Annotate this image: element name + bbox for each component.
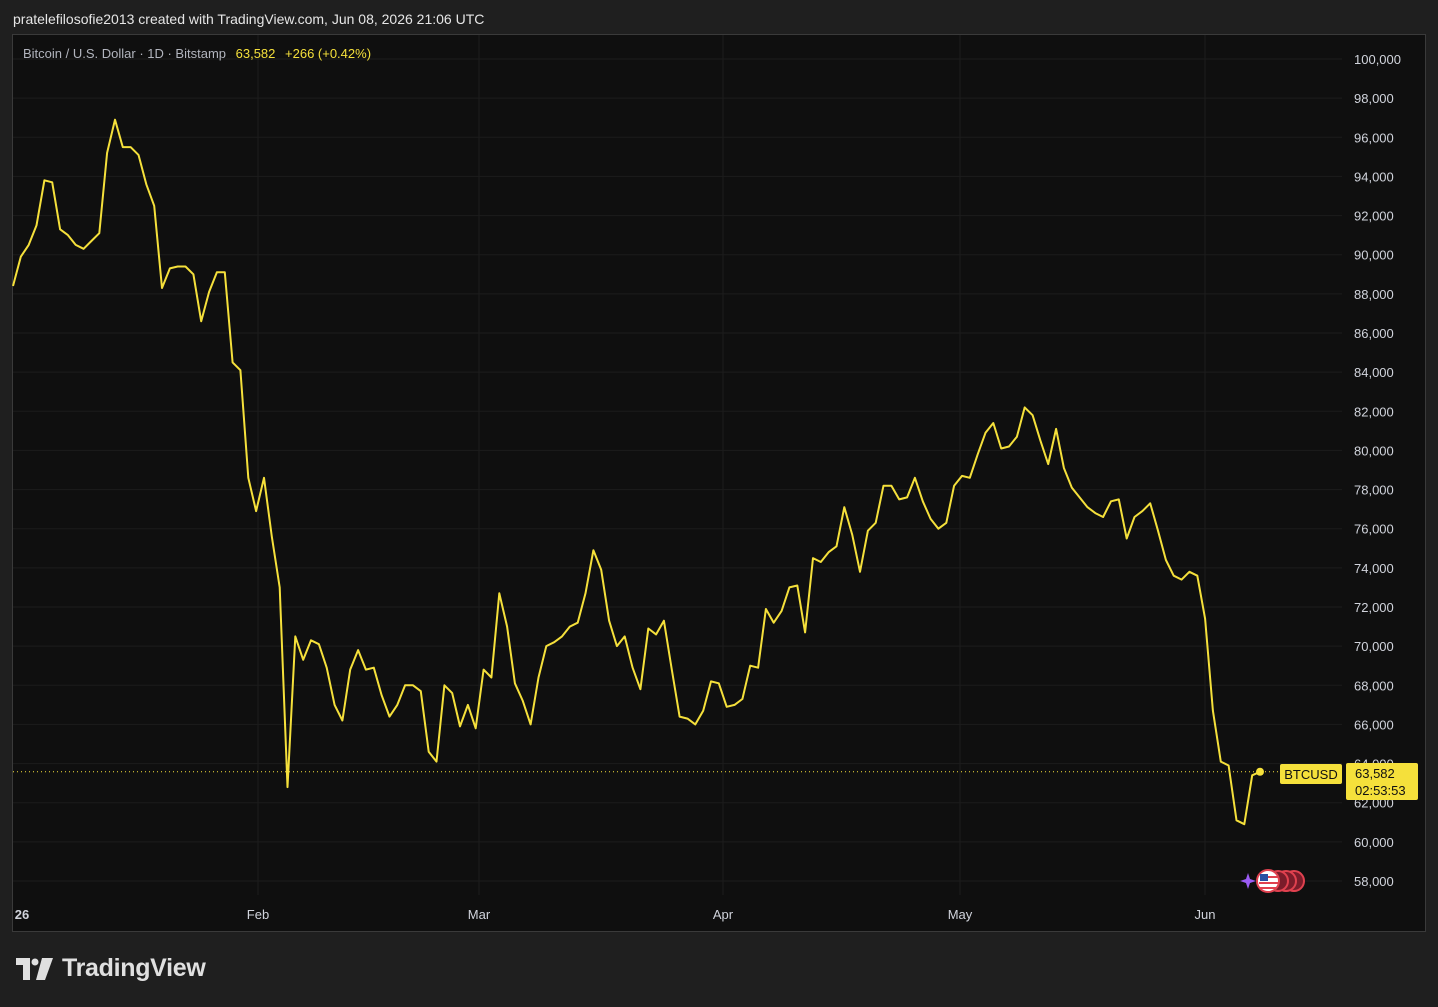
time-tick-label: 26 [15,907,29,922]
price-tick-label: 84,000 [1354,365,1394,380]
price-tick-label: 74,000 [1354,561,1394,576]
last-price-dot [1256,767,1264,776]
last-price-label: 63,582 [1355,766,1395,781]
time-tick-label: Mar [468,907,491,922]
economic-events-markers[interactable] [1240,869,1305,893]
price-tick-label: 96,000 [1354,130,1394,145]
price-tick-label: 94,000 [1354,169,1394,184]
price-tick-label: 92,000 [1354,209,1394,224]
price-tick-label: 80,000 [1354,443,1394,458]
tradingview-wordmark: TradingView [62,954,206,982]
price-tick-label: 98,000 [1354,91,1394,106]
price-tick-label: 82,000 [1354,404,1394,419]
legend-change: +266 (+0.42%) [285,46,372,61]
price-tick-label: 60,000 [1354,835,1394,850]
price-tick-label: 68,000 [1354,678,1394,693]
price-tick-label: 88,000 [1354,287,1394,302]
time-tick-label: Jun [1195,907,1216,922]
ticker-label: BTCUSD [1284,767,1337,782]
time-tick-label: Feb [247,907,269,922]
price-chart[interactable]: 58,00060,00062,00064,00066,00068,00070,0… [0,0,1438,1007]
legend-price: 63,582 [235,46,276,61]
btcusd-price-label: BTCUSD 63,582 02:53:53 [1280,763,1418,800]
price-tick-label: 70,000 [1354,639,1394,654]
grid-lines [13,35,1342,895]
price-tick-label: 66,000 [1354,717,1394,732]
price-tick-label: 90,000 [1354,248,1394,263]
tradingview-logo[interactable]: TradingView [16,954,206,983]
bar-countdown-label: 02:53:53 [1355,783,1406,798]
price-tick-label: 76,000 [1354,522,1394,537]
time-tick-label: May [948,907,973,922]
price-tick-label: 72,000 [1354,600,1394,615]
time-tick-label: Apr [713,907,734,922]
price-tick-label: 86,000 [1354,326,1394,341]
time-axis: 26 Feb Mar Apr May Jun [15,907,1216,922]
price-line-series [12,118,1261,826]
symbol-legend[interactable]: Bitcoin / U.S. Dollar · 1D · Bitstamp 63… [23,46,371,61]
price-tick-label: 78,000 [1354,483,1394,498]
tradingview-logo-icon [16,957,53,980]
symbol-description: Bitcoin / U.S. Dollar · 1D · Bitstamp [23,46,226,61]
price-tick-label: 100,000 [1354,52,1401,67]
sparkle-icon [1240,873,1256,889]
price-tick-label: 58,000 [1354,874,1394,889]
